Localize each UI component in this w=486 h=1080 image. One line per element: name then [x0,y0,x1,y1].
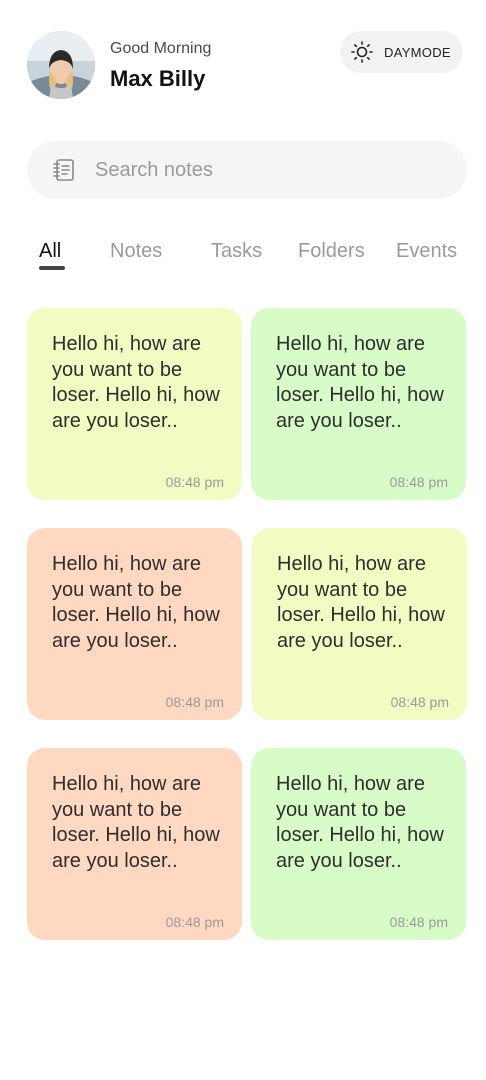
daymode-toggle[interactable]: DAYMODE [340,31,463,73]
note-time: 08:48 pm [165,694,224,710]
active-tab-indicator [39,266,65,270]
tab-all[interactable]: All [39,240,61,263]
user-name: Max Billy [110,66,206,91]
avatar[interactable] [27,31,95,99]
note-time: 08:48 pm [389,914,448,930]
note-text: Hello hi, how are you want to be loser. … [276,333,444,432]
tab-folders[interactable]: Folders [298,240,365,263]
note-text: Hello hi, how are you want to be loser. … [277,553,445,652]
note-card[interactable]: Hello hi, how are you want to be loser. … [251,308,466,500]
daymode-label: DAYMODE [384,44,451,60]
filter-tabs: All Notes Tasks Folders Events [0,236,486,276]
note-text: Hello hi, how are you want to be loser. … [52,773,220,872]
sun-icon [350,40,374,64]
note-card[interactable]: Hello hi, how are you want to be loser. … [27,528,242,720]
note-time: 08:48 pm [390,694,449,710]
note-text: Hello hi, how are you want to be loser. … [52,553,220,652]
note-time: 08:48 pm [165,914,224,930]
notebook-icon [51,157,77,183]
search-input[interactable] [95,158,415,182]
note-card[interactable]: Hello hi, how are you want to be loser. … [27,748,242,940]
note-text: Hello hi, how are you want to be loser. … [276,773,444,872]
tab-events[interactable]: Events [396,240,457,263]
note-card[interactable]: Hello hi, how are you want to be loser. … [252,528,467,720]
greeting-text: Good Morning [110,40,212,57]
note-card[interactable]: Hello hi, how are you want to be loser. … [251,748,466,940]
header: Good Morning Max Billy DAYMODE [0,0,486,120]
tab-tasks[interactable]: Tasks [211,240,262,263]
tab-notes[interactable]: Notes [110,240,162,263]
note-time: 08:48 pm [165,474,224,490]
search-bar[interactable] [27,141,467,199]
note-time: 08:48 pm [389,474,448,490]
note-card[interactable]: Hello hi, how are you want to be loser. … [27,308,242,500]
note-text: Hello hi, how are you want to be loser. … [52,333,220,432]
